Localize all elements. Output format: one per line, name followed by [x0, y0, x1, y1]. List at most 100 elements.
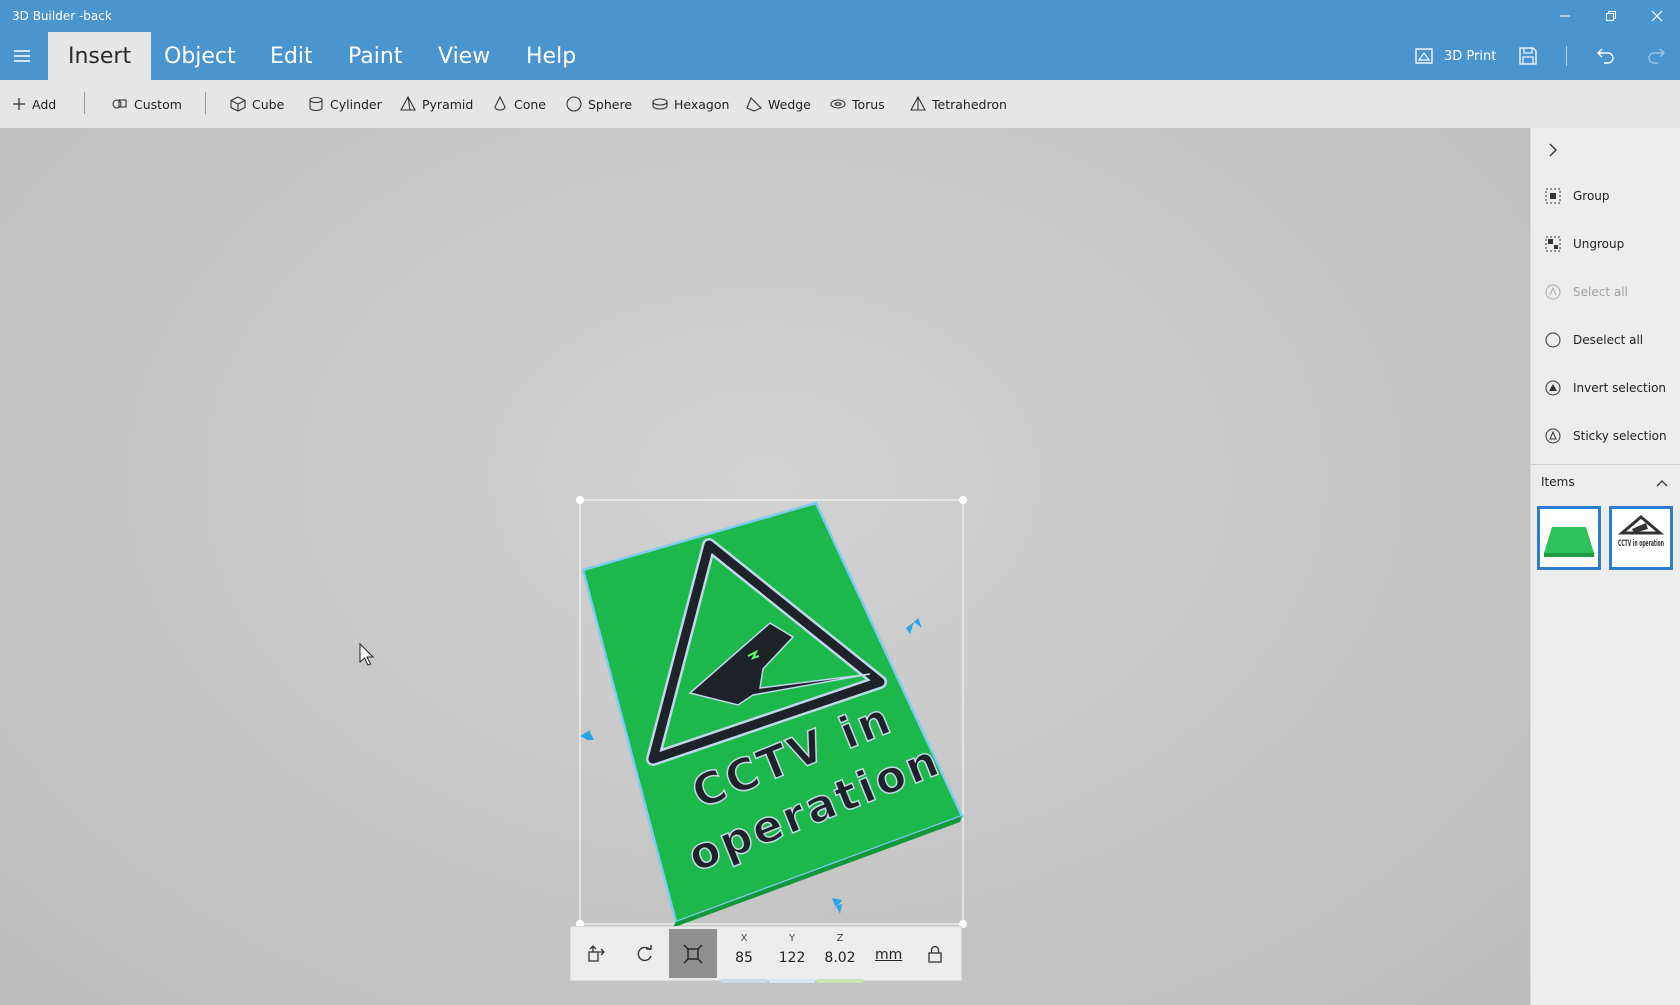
- sticky-selection-button[interactable]: Sticky selection: [1543, 424, 1667, 448]
- hexagon-button[interactable]: Hexagon: [652, 92, 729, 116]
- ungroup-button[interactable]: Ungroup: [1543, 232, 1624, 256]
- menu-bar: Insert Object Edit Paint View Help 3D Pr…: [0, 32, 1680, 80]
- cube-button[interactable]: Cube: [230, 92, 284, 116]
- save-button[interactable]: [1518, 40, 1538, 72]
- item-thumbnail-base[interactable]: [1537, 506, 1601, 570]
- lock-icon: [928, 945, 942, 963]
- x-axis-label: X: [740, 933, 748, 944]
- 3d-print-label: 3D Print: [1444, 48, 1497, 64]
- hexagon-label: Hexagon: [674, 96, 730, 112]
- toolbar-divider: [205, 92, 206, 114]
- selection-side-panel: Group Ungroup Select all Deselect all In…: [1530, 128, 1680, 1005]
- scene-svg: CCTV in operation: [359, 496, 967, 928]
- tab-insert[interactable]: Insert: [48, 32, 152, 80]
- custom-button[interactable]: Custom: [112, 92, 182, 116]
- scale-icon: [683, 944, 703, 963]
- rotate-icon: [637, 944, 652, 961]
- insert-toolbar: Add Custom Cube Cylinder Pyramid Cone Sp…: [0, 80, 1680, 128]
- rotate-handle-bottom[interactable]: [832, 898, 842, 914]
- hamburger-menu-button[interactable]: [10, 44, 34, 68]
- lock-button[interactable]: [911, 929, 959, 978]
- undo-button[interactable]: [1596, 40, 1616, 72]
- rotate-handle-left[interactable]: [580, 730, 594, 740]
- add-button[interactable]: Add: [12, 92, 56, 116]
- wedge-button[interactable]: Wedge: [746, 92, 811, 116]
- restore-button[interactable]: [1588, 0, 1634, 32]
- invert-selection-button[interactable]: Invert selection: [1543, 376, 1666, 400]
- move-button[interactable]: [573, 929, 621, 978]
- cylinder-icon: [309, 96, 323, 112]
- torus-label: Torus: [852, 96, 885, 112]
- cube-icon: [230, 96, 246, 112]
- y-value: 122: [778, 950, 806, 966]
- torus-button[interactable]: Torus: [830, 92, 885, 116]
- redo-icon: [1648, 48, 1665, 64]
- resize-handle[interactable]: [959, 496, 967, 504]
- item-thumbnail-sign-text[interactable]: CCTV in operation: [1609, 506, 1673, 570]
- cone-label: Cone: [514, 96, 546, 112]
- sphere-icon: [566, 96, 582, 112]
- tab-paint[interactable]: Paint: [328, 32, 422, 80]
- scale-button[interactable]: [669, 929, 717, 978]
- restore-icon: [1606, 11, 1616, 21]
- green-base-thumbnail: [1544, 527, 1594, 557]
- select-all-button[interactable]: Select all: [1543, 280, 1628, 304]
- z-axis-label: Z: [836, 933, 844, 944]
- x-axis-underline: [721, 979, 767, 983]
- sphere-button[interactable]: Sphere: [566, 92, 632, 116]
- pyramid-button[interactable]: Pyramid: [400, 92, 473, 116]
- deselect-all-label: Deselect all: [1573, 333, 1644, 347]
- wedge-label: Wedge: [768, 96, 811, 112]
- sign-model[interactable]: [581, 501, 964, 928]
- select-all-label: Select all: [1573, 285, 1628, 299]
- mouse-cursor: [359, 642, 375, 666]
- unit-toggle[interactable]: mm: [875, 947, 902, 963]
- cone-icon: [494, 96, 506, 111]
- tetrahedron-label: Tetrahedron: [932, 96, 1007, 112]
- rotate-button[interactable]: [621, 929, 669, 978]
- cube-label: Cube: [252, 96, 285, 112]
- y-axis-label: Y: [788, 933, 796, 944]
- transform-toolbar: X 85 Y 122 Z 8.02 mm: [570, 926, 962, 983]
- thumbnail-text: CCTV in operation: [1618, 539, 1664, 549]
- close-icon: [1651, 10, 1663, 22]
- tab-object[interactable]: Object: [144, 32, 256, 80]
- sticky-selection-label: Sticky selection: [1573, 429, 1667, 443]
- redo-button[interactable]: [1646, 40, 1666, 72]
- z-coordinate[interactable]: Z 8.02: [817, 933, 863, 983]
- close-button[interactable]: [1634, 0, 1680, 32]
- cone-button[interactable]: Cone: [492, 92, 546, 116]
- chevron-up-icon: [1656, 480, 1668, 487]
- 3d-print-button[interactable]: 3D Print: [1414, 40, 1496, 72]
- pyramid-icon: [400, 96, 416, 111]
- move-icon: [588, 944, 605, 962]
- items-header[interactable]: Items: [1531, 464, 1680, 498]
- tetrahedron-button[interactable]: Tetrahedron: [910, 92, 1007, 116]
- 3d-viewport[interactable]: CCTV in operation: [0, 128, 1530, 1005]
- rotate-handle-right[interactable]: [906, 618, 922, 634]
- z-axis-underline: [817, 979, 863, 983]
- hexagon-icon: [652, 98, 668, 110]
- wedge-icon: [746, 97, 762, 112]
- minimize-icon: [1560, 15, 1570, 17]
- cylinder-button[interactable]: Cylinder: [308, 92, 382, 116]
- minimize-button[interactable]: [1542, 0, 1588, 32]
- group-button[interactable]: Group: [1543, 184, 1610, 208]
- collapse-panel-button[interactable]: [1545, 142, 1561, 161]
- resize-handle[interactable]: [576, 496, 584, 504]
- tab-view[interactable]: View: [418, 32, 510, 80]
- x-coordinate[interactable]: X 85: [721, 933, 767, 983]
- group-icon: [1543, 186, 1563, 206]
- deselect-all-button[interactable]: Deselect all: [1543, 328, 1643, 352]
- 3d-print-icon: [1415, 48, 1433, 64]
- torus-icon: [830, 99, 846, 109]
- menu-divider: [1566, 46, 1567, 66]
- items-title: Items: [1541, 475, 1575, 489]
- undo-icon: [1597, 48, 1614, 64]
- tab-edit[interactable]: Edit: [250, 32, 333, 80]
- tetrahedron-icon: [910, 96, 926, 111]
- tab-help[interactable]: Help: [506, 32, 596, 80]
- y-coordinate[interactable]: Y 122: [769, 933, 815, 983]
- sphere-label: Sphere: [588, 96, 633, 112]
- group-label: Group: [1573, 189, 1610, 203]
